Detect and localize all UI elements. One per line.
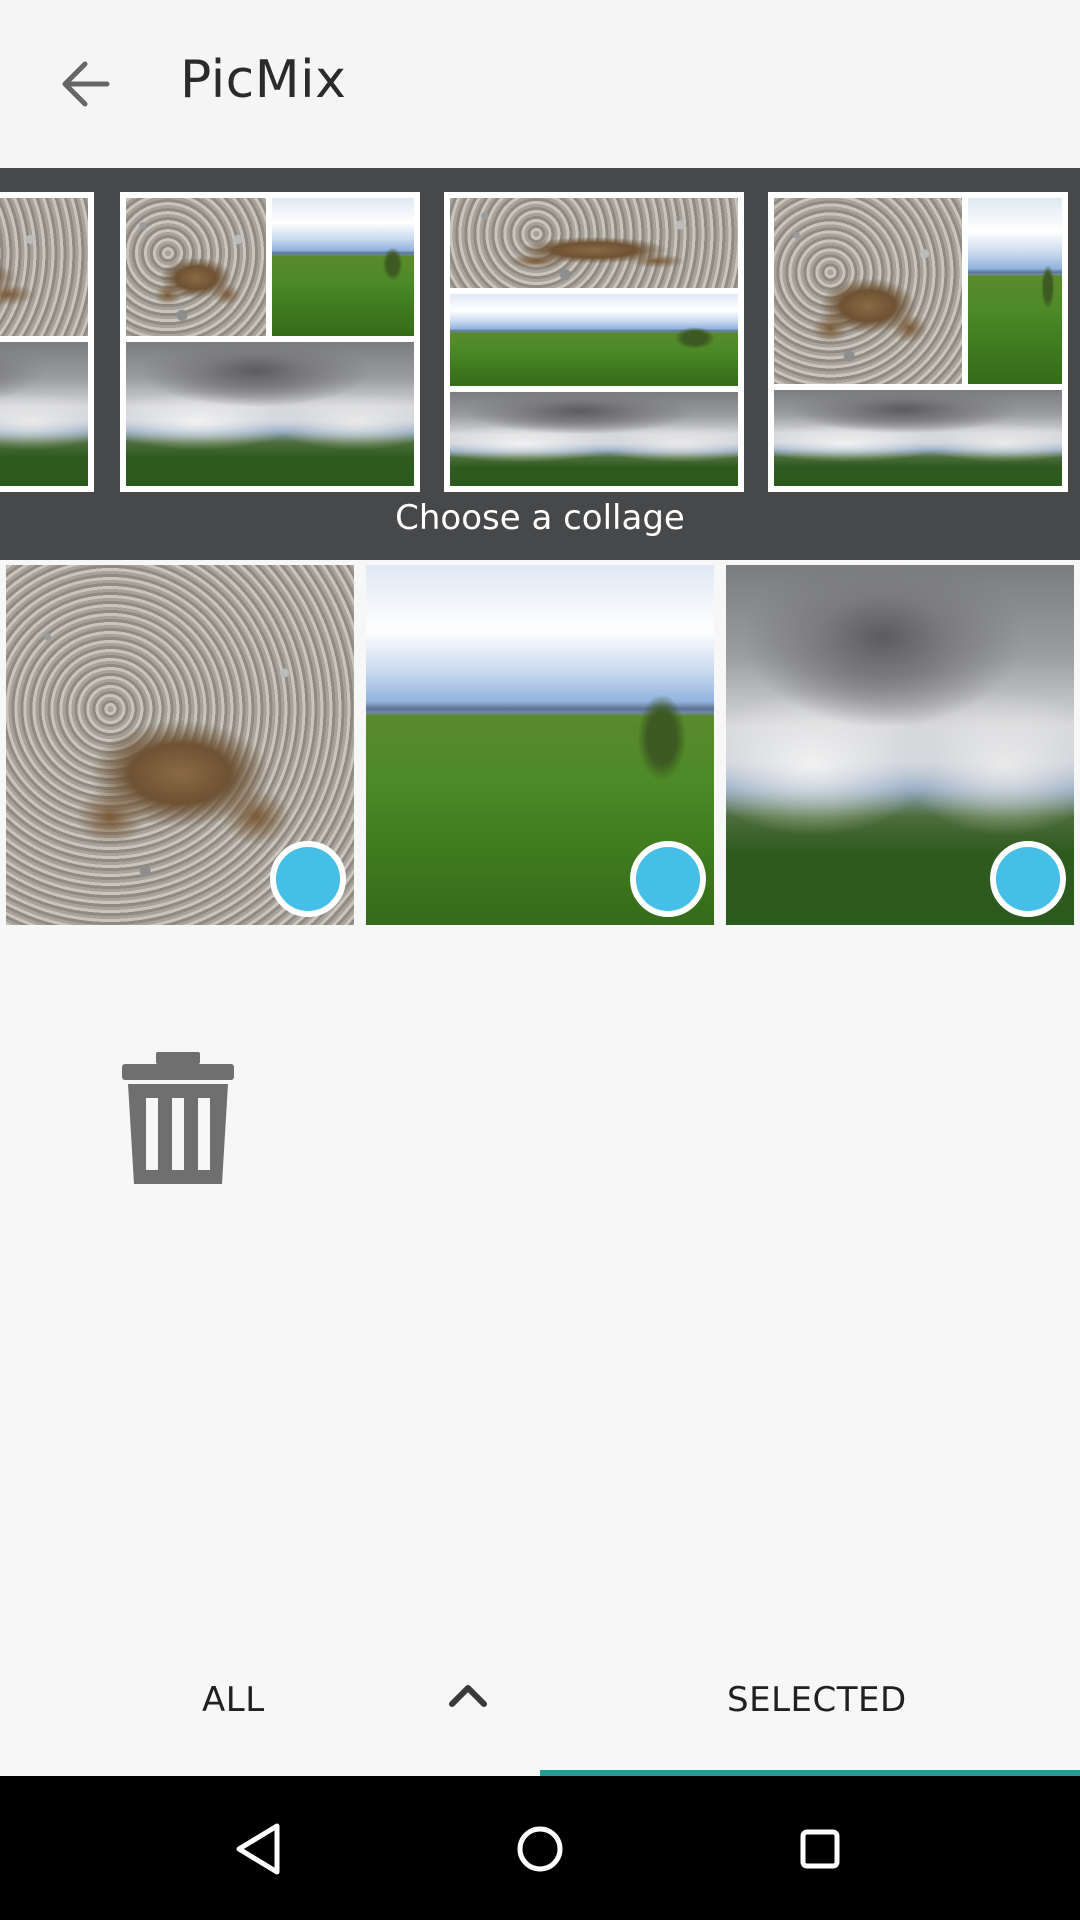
page-title: PicMix [180, 50, 347, 110]
bottom-tabs: ALL SELECTED [0, 1640, 1080, 1776]
photo-field[interactable] [366, 565, 714, 925]
nav-home-icon [517, 1826, 563, 1872]
nav-home-button[interactable] [505, 1814, 575, 1884]
collage-tile-toad [774, 198, 962, 384]
collage-option-2[interactable] [120, 192, 420, 492]
trash-icon [122, 1052, 234, 1184]
app-screen: PicMix Choose a collage ALL SELECTED [0, 0, 1080, 1920]
photo-sky[interactable] [726, 565, 1074, 925]
collage-tile-toad [450, 198, 738, 288]
collage-tile-toad [126, 198, 266, 336]
expand-button[interactable] [448, 1680, 488, 1714]
collage-tile-field [450, 294, 738, 386]
system-nav-bar [0, 1776, 1080, 1920]
collage-tile-sky [774, 390, 1062, 486]
collage-option-4[interactable] [768, 192, 1068, 492]
nav-back-icon [236, 1823, 280, 1875]
collage-strip[interactable]: Choose a collage [0, 168, 1080, 560]
back-button[interactable] [40, 44, 130, 124]
selection-indicator[interactable] [270, 841, 346, 917]
collage-caption: Choose a collage [395, 498, 685, 538]
tab-all[interactable]: ALL [202, 1680, 265, 1720]
nav-back-button[interactable] [225, 1814, 295, 1884]
chevron-up-icon [449, 1685, 487, 1707]
delete-button[interactable] [118, 1050, 238, 1190]
app-bar: PicMix [0, 0, 1080, 168]
collage-option-1[interactable] [0, 192, 94, 492]
collage-tile-sky [126, 342, 414, 486]
collage-tile-field [272, 198, 414, 336]
tab-selected[interactable]: SELECTED [727, 1680, 907, 1720]
collage-tile-sky [0, 342, 88, 486]
selection-indicator[interactable] [630, 841, 706, 917]
collage-tile-sky [450, 392, 738, 486]
selection-indicator[interactable] [990, 841, 1066, 917]
collage-tile-field [968, 198, 1062, 384]
collage-tile-toad [0, 198, 88, 336]
collage-option-3[interactable] [444, 192, 744, 492]
nav-recents-icon [800, 1829, 840, 1869]
nav-recents-button[interactable] [785, 1814, 855, 1884]
photo-toad[interactable] [6, 565, 354, 925]
arrow-back-icon [62, 61, 110, 107]
